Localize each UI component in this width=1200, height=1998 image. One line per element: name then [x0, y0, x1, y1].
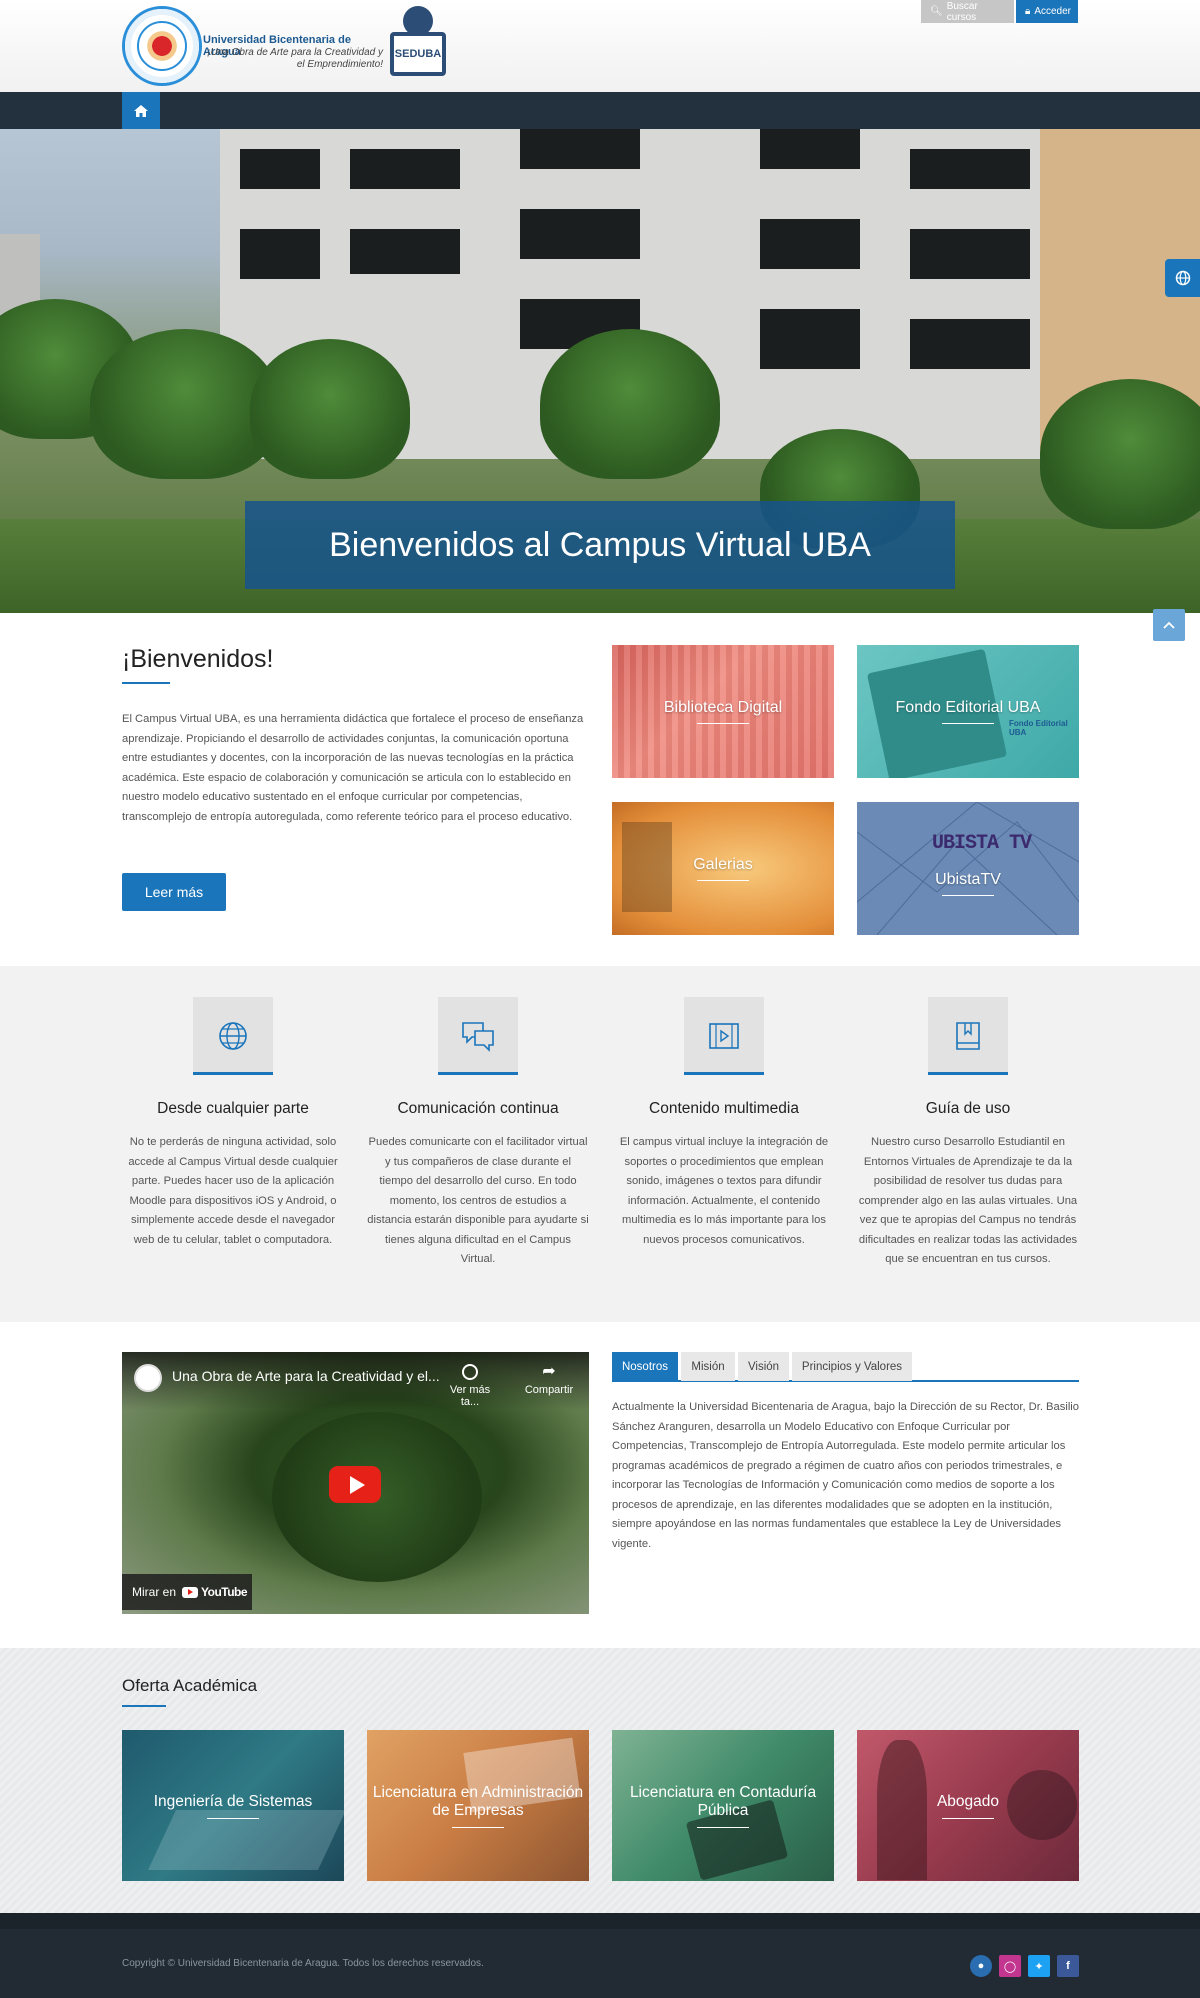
seduba-logo-text: SEDUBA: [390, 32, 446, 76]
read-more-button[interactable]: Leer más: [122, 873, 226, 911]
program-card-ingenieria-sistemas[interactable]: Ingeniería de Sistemas: [122, 1730, 344, 1881]
welcome-paragraph: El Campus Virtual UBA, es una herramient…: [122, 713, 584, 823]
globe-image: [1007, 1770, 1077, 1840]
tile-label: Biblioteca Digital: [663, 699, 783, 716]
channel-avatar[interactable]: [134, 1364, 162, 1392]
card-label: Licenciatura en Contaduría Pública: [629, 1783, 817, 1819]
feature-text: No te perderás de ninguna actividad, sol…: [128, 1136, 338, 1246]
youtube-play-icon: [182, 1586, 199, 1598]
play-icon: [349, 1475, 365, 1494]
main-nav: [0, 92, 1200, 129]
clock-icon: [462, 1364, 478, 1380]
globe-icon: [219, 1022, 247, 1050]
feature-title: Comunicación continua: [397, 1100, 559, 1117]
tab-mision[interactable]: Misión: [681, 1352, 735, 1381]
tile-ubistatv[interactable]: UBISTA TV UbistaTV: [857, 802, 1079, 935]
justice-statue-image: [877, 1740, 927, 1880]
university-logo[interactable]: [122, 6, 202, 86]
feature-title: Guía de uso: [925, 1100, 1011, 1117]
feature-title: Contenido multimedia: [649, 1100, 799, 1117]
feature-text: Puedes comunicarte con el facilitador vi…: [367, 1136, 589, 1265]
tab-vision[interactable]: Visión: [738, 1352, 789, 1381]
feature-title: Desde cualquier parte: [157, 1100, 309, 1117]
chevron-up-icon: [1163, 621, 1175, 629]
instagram-icon[interactable]: ◯: [999, 1955, 1021, 1977]
scroll-top-button[interactable]: [1153, 609, 1185, 641]
fondo-editorial-logo: Fondo Editorial UBA: [1009, 719, 1068, 737]
search-icon: 🔍︎: [930, 6, 943, 17]
card-label: Abogado: [936, 1792, 1000, 1810]
hero-banner: Bienvenidos al Campus Virtual UBA: [0, 129, 1200, 613]
login-label: Acceder: [1034, 6, 1072, 17]
program-card-administracion-empresas[interactable]: Licenciatura en Administración de Empres…: [367, 1730, 589, 1881]
about-tabs: Nosotros Misión Visión Principios y Valo…: [612, 1352, 1079, 1382]
ubistatv-logo: UBISTA TV: [932, 832, 1032, 855]
feature-icon-box: [928, 997, 1008, 1075]
web-icon[interactable]: ●: [970, 1955, 992, 1977]
share-button[interactable]: ➦ Compartir: [521, 1363, 577, 1397]
twitter-icon[interactable]: ✦: [1028, 1955, 1050, 1977]
lock-icon: 🔒︎: [1025, 6, 1031, 17]
globe-icon: [1175, 270, 1190, 286]
book-icon: [956, 1022, 980, 1050]
search-courses-label: Buscar cursos: [946, 0, 978, 23]
seduba-logo[interactable]: SEDUBA: [386, 6, 450, 82]
watch-on-label: Mirar en: [132, 1585, 177, 1599]
network-pattern: [857, 802, 1079, 935]
youtube-video-embed[interactable]: Una Obra de Arte para la Creatividad y e…: [122, 1352, 589, 1614]
home-icon: [134, 104, 148, 117]
facebook-icon[interactable]: f: [1057, 1955, 1079, 1977]
program-card-abogado[interactable]: Abogado: [857, 1730, 1079, 1881]
tab-content: Actualmente la Universidad Bicentenaria …: [612, 1401, 1080, 1550]
watch-on-youtube-button[interactable]: Mirar en YouTube: [122, 1574, 252, 1610]
tile-label: Fondo Editorial UBA: [895, 699, 1041, 716]
play-button[interactable]: [329, 1466, 381, 1503]
title-underline: [122, 682, 170, 684]
card-label: Ingeniería de Sistemas: [153, 1792, 313, 1810]
tile-galerias[interactable]: Galerias: [612, 802, 834, 935]
tab-principios-valores[interactable]: Principios y Valores: [792, 1352, 912, 1381]
login-button[interactable]: 🔒︎ Acceder: [1016, 0, 1078, 23]
gallery-image: [622, 822, 672, 912]
tile-label: Galerias: [693, 856, 753, 873]
card-label: Licenciatura en Administración de Empres…: [372, 1783, 584, 1819]
feature-icon-box: [684, 997, 764, 1075]
copyright-text: Copyright © Universidad Bicentenaria de …: [122, 1958, 484, 1969]
tile-fondo-editorial[interactable]: Fondo Editorial UBA Fondo Editorial UBA: [857, 645, 1079, 778]
features-section: Desde cualquier parte Comunicación conti…: [0, 966, 1200, 1322]
site-header: Universidad Bicentenaria de Aragua ¡Una …: [0, 0, 1200, 92]
oferta-academica-section: Oferta Académica Ingeniería de Sistemas …: [0, 1648, 1200, 1913]
video-icon: [709, 1023, 739, 1049]
watch-later-label: Ver más ta...: [449, 1384, 491, 1408]
hero-caption: Bienvenidos al Campus Virtual UBA: [245, 501, 955, 589]
program-card-contaduria-publica[interactable]: Licenciatura en Contaduría Pública: [612, 1730, 834, 1881]
tile-label: UbistaTV: [935, 871, 1001, 888]
laptop-image: [148, 1810, 344, 1870]
feature-icon-box: [438, 997, 518, 1075]
share-icon: ➦: [542, 1363, 556, 1380]
search-courses-button[interactable]: 🔍︎ Buscar cursos: [921, 0, 1014, 23]
video-title[interactable]: Una Obra de Arte para la Creatividad y e…: [172, 1368, 440, 1384]
section-title: Oferta Académica: [122, 1676, 258, 1695]
share-label: Compartir: [524, 1384, 574, 1396]
title-underline: [122, 1705, 166, 1707]
feature-text: El campus virtual incluye la integración…: [619, 1136, 829, 1246]
feature-text: Nuestro curso Desarrollo Estudiantil en …: [858, 1136, 1078, 1265]
language-toggle[interactable]: [1165, 259, 1200, 297]
watch-later-button[interactable]: Ver más ta...: [442, 1364, 498, 1408]
page: Universidad Bicentenaria de Aragua ¡Una …: [0, 0, 1200, 1998]
feature-icon-box: [193, 997, 273, 1075]
tab-nosotros[interactable]: Nosotros: [612, 1352, 678, 1381]
site-footer: Copyright © Universidad Bicentenaria de …: [0, 1913, 1200, 1998]
youtube-logo: YouTube: [182, 1585, 248, 1599]
youtube-label: YouTube: [201, 1585, 248, 1599]
university-tagline: ¡Una Obra de Arte para la Creatividad y …: [207, 47, 383, 70]
chat-icon: [462, 1022, 494, 1052]
welcome-title: ¡Bienvenidos!: [122, 645, 274, 673]
tile-biblioteca-digital[interactable]: Biblioteca Digital: [612, 645, 834, 778]
home-button[interactable]: [122, 92, 160, 129]
